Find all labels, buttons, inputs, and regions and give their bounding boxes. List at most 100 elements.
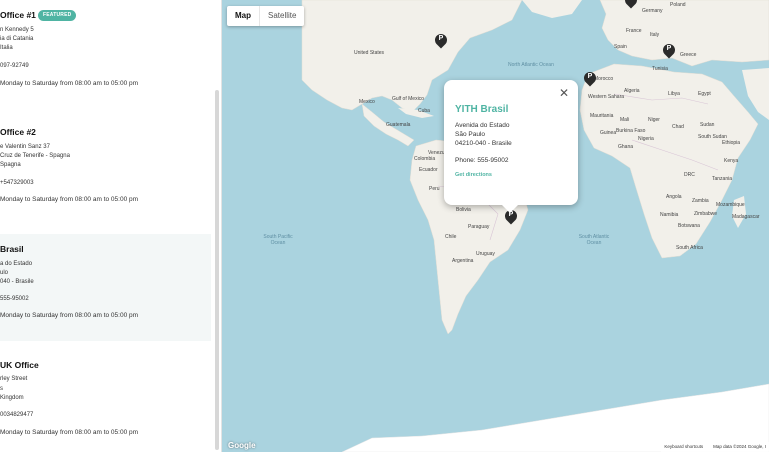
store-phone[interactable]: 555-95002 <box>0 296 29 302</box>
store-card-office-2[interactable]: Office #2 e Valentin Sanz 37 Cruz de Ten… <box>0 117 211 234</box>
store-card-brasil[interactable]: Brasil a do Estado ulo 040 - Brasile 555… <box>0 234 211 341</box>
store-title: Office #1 <box>0 10 36 20</box>
store-list: Office #1 FEATURED n Kennedy 5 ia di Cat… <box>0 0 222 452</box>
map-label: Botswana <box>678 223 700 229</box>
map-label: United States <box>354 50 385 56</box>
get-directions-link[interactable]: Get directions <box>455 172 492 178</box>
map-type-satellite-button[interactable]: Satellite <box>259 6 304 26</box>
map-type-control: Map Satellite <box>227 6 305 26</box>
map-label: Poland <box>670 2 686 8</box>
map-label: Argentina <box>452 258 474 264</box>
map-label: Chad <box>672 124 684 130</box>
list-scrollbar[interactable] <box>215 90 219 450</box>
map-label: Mauritania <box>590 113 614 119</box>
map-label: Guinea <box>600 130 617 136</box>
store-phone[interactable]: 097-92749 <box>0 63 29 69</box>
store-address-line: Kingdom <box>0 395 24 401</box>
map-label: Ecuador <box>419 167 438 173</box>
map-label: Namibia <box>660 212 679 218</box>
ocean-label: South Pacific Ocean <box>263 234 293 246</box>
map-label: Cuba <box>418 108 430 114</box>
store-address-line: s <box>0 386 3 392</box>
store-address-line: a do Estado <box>0 261 33 267</box>
store-title: UK Office <box>0 360 39 370</box>
close-icon[interactable]: ✕ <box>559 86 569 100</box>
map-label: DRC <box>684 172 695 178</box>
store-hours: Monday to Saturday from 08:00 am to 05:0… <box>0 429 139 436</box>
store-phone[interactable]: +547329003 <box>0 180 34 186</box>
map-label: Libya <box>668 91 680 97</box>
map-label: Angola <box>666 194 682 200</box>
keyboard-shortcuts-link[interactable]: Keyboard shortcuts <box>664 442 703 452</box>
map-label: Spain <box>614 44 627 50</box>
store-address-line: ulo <box>0 270 9 276</box>
store-phone[interactable]: 0034829477 <box>0 412 33 418</box>
map-label: Tanzania <box>712 176 733 182</box>
store-hours: Monday to Saturday from 08:00 am to 05:0… <box>0 312 139 319</box>
store-marker[interactable]: P <box>660 41 678 60</box>
map-label: Tunisia <box>652 66 668 72</box>
map-label: Peru <box>429 186 440 192</box>
map-label: Mali <box>620 117 630 123</box>
store-info-window: ✕ YITH Brasil Avenida do Estado São Paul… <box>444 80 578 213</box>
store-card-uk-office[interactable]: UK Office rley Street s Kingdom 00348294… <box>0 350 211 452</box>
info-address-line: São Paulo <box>455 131 485 138</box>
google-logo[interactable]: Google <box>228 441 256 450</box>
ocean-label: North Atlantic Ocean <box>508 62 554 68</box>
map-label: Guatemala <box>386 122 411 128</box>
store-address-line: Italia <box>0 45 13 51</box>
map-label: Italy <box>650 32 660 38</box>
map-label: Ghana <box>618 144 634 150</box>
map-type-map-button[interactable]: Map <box>227 6 259 26</box>
map-data-text: Map data ©2024 Google, I <box>713 444 766 449</box>
store-address-line: n Kennedy 5 <box>0 27 34 33</box>
store-marker[interactable]: P <box>622 0 640 10</box>
map-attribution: Keyboard shortcuts Map data ©2024 Google… <box>661 442 769 452</box>
map-label: Madagascar <box>732 214 760 220</box>
map-label: Algeria <box>624 88 640 94</box>
map-label: Kenya <box>724 158 739 164</box>
map-label: Gulf of Mexico <box>392 96 424 102</box>
map-label: Uruguay <box>476 251 495 257</box>
map-label: Chile <box>445 234 457 240</box>
map-label: France <box>626 28 642 34</box>
map-label: Western Sahara <box>588 94 625 100</box>
info-address-line: 04210-040 - Brasile <box>455 140 512 147</box>
map-label: Morocco <box>594 76 614 82</box>
map-label: Ethiopia <box>722 140 741 146</box>
store-marker[interactable]: P <box>432 31 450 50</box>
map-label: Burkina Faso <box>616 128 646 134</box>
store-address-line: e Valentin Sanz 37 <box>0 144 50 150</box>
map-label: Germany <box>642 8 663 14</box>
store-hours: Monday to Saturday from 08:00 am to 05:0… <box>0 80 139 87</box>
store-hours: Monday to Saturday from 08:00 am to 05:0… <box>0 196 139 203</box>
map-label: Nigeria <box>638 136 654 142</box>
map-label: Greece <box>680 52 697 58</box>
store-address-line: Cruz de Tenerife - Spagna <box>0 153 70 159</box>
map-label: Niger <box>648 117 660 123</box>
store-address-line: Spagna <box>0 162 21 168</box>
ocean-label: South Atlantic Ocean <box>578 234 610 246</box>
map-label: Sudan <box>700 122 715 128</box>
store-address-line: rley Street <box>0 376 28 382</box>
map-label: Egypt <box>698 91 711 97</box>
store-title: Office #2 <box>0 127 36 137</box>
map-label: Colombia <box>414 156 436 162</box>
featured-badge: FEATURED <box>38 10 77 21</box>
info-title: YITH Brasil <box>455 104 509 115</box>
info-phone: Phone: 555-95002 <box>455 157 509 164</box>
store-address-line: ia di Catania <box>0 36 34 42</box>
map-label: Bolivia <box>456 207 471 213</box>
map-label: Paraguay <box>468 224 490 230</box>
store-address-line: 040 - Brasile <box>0 279 34 285</box>
map-label: Mozambique <box>716 202 745 208</box>
map-label: Mexico <box>359 99 375 105</box>
store-card-office-1[interactable]: Office #1 FEATURED n Kennedy 5 ia di Cat… <box>0 0 211 117</box>
map-label: Zambia <box>692 198 709 204</box>
store-marker[interactable]: P <box>581 69 599 88</box>
info-address-line: Avenida do Estado <box>455 122 510 129</box>
store-title: Brasil <box>0 244 24 254</box>
map-label: South Africa <box>676 245 703 251</box>
store-map[interactable]: United States Mexico Gulf of Mexico Guat… <box>222 0 769 452</box>
map-label: Zimbabwe <box>694 211 718 217</box>
